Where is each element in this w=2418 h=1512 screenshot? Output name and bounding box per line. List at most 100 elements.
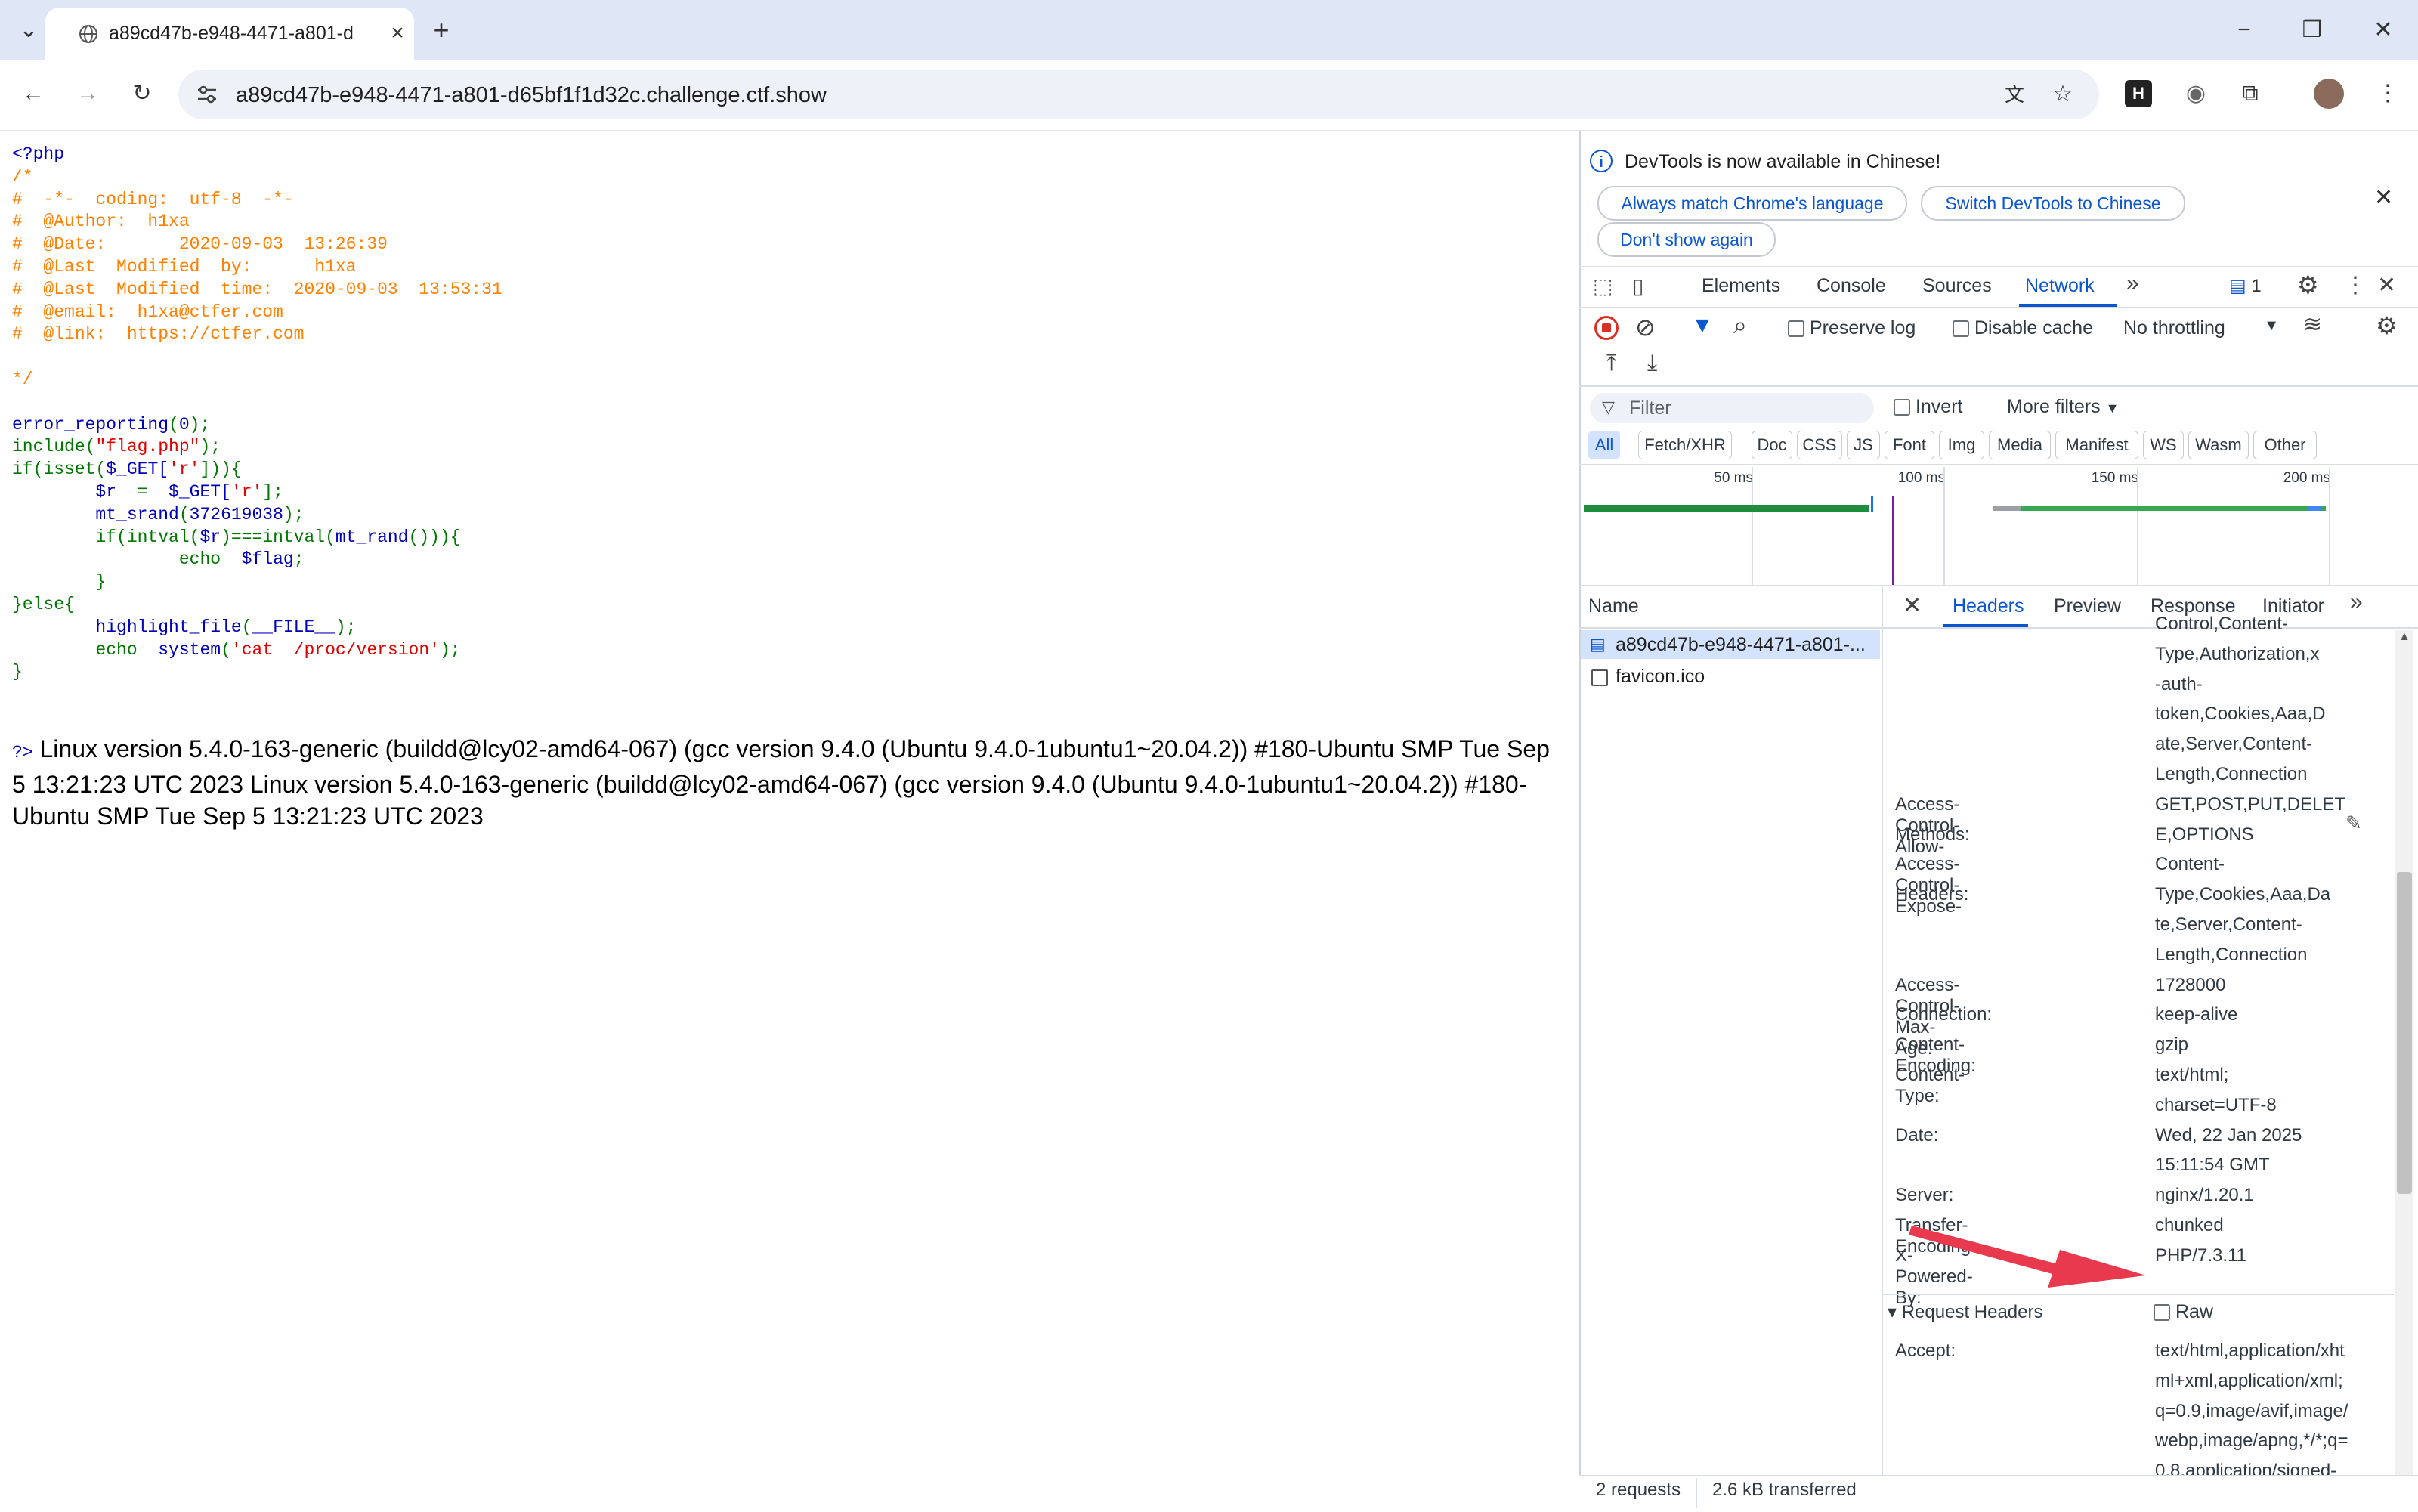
search-icon[interactable]: ⌕	[1733, 311, 1747, 340]
code-token: 'r'	[230, 481, 263, 502]
timeline-tick-label: 150 ms	[2091, 470, 2138, 486]
filter-chip-img[interactable]: Img	[1939, 431, 1984, 459]
export-har-icon[interactable]: ⤓	[1647, 351, 1657, 376]
always-match-language-button[interactable]: Always match Chrome's language	[1597, 186, 1907, 221]
dont-show-again-button[interactable]: Don't show again	[1597, 222, 1776, 257]
filter-chip-wasm[interactable]: Wasm	[2188, 431, 2249, 459]
filter-icon: ▽	[1602, 397, 1615, 416]
code-token: mt_srand	[95, 504, 179, 524]
timeline-bar-document	[1584, 505, 1869, 512]
throttling-select[interactable]: No throttling ▼	[2123, 317, 2279, 339]
code-token: }	[12, 662, 23, 682]
tab-console[interactable]: Console	[1817, 275, 1886, 297]
tab-elements[interactable]: Elements	[1702, 275, 1780, 297]
request-row-document[interactable]: ▤ a89cd47b-e948-4471-a801-...	[1581, 630, 1880, 659]
requests-name-header[interactable]: Name	[1588, 595, 1639, 617]
profile-avatar[interactable]	[2314, 79, 2344, 109]
filter-chip-manifest[interactable]: Manifest	[2055, 431, 2138, 459]
translate-icon[interactable]: 文	[1999, 79, 2030, 110]
header-value-line: gzip	[2155, 1034, 2189, 1056]
close-window-icon[interactable]: ✕	[2368, 15, 2398, 45]
filter-placeholder: Filter	[1629, 397, 1671, 419]
code-token: error_reporting	[12, 414, 169, 434]
edit-pencil-icon[interactable]: ✎	[2345, 812, 2362, 835]
devtools-menu-icon[interactable]: ⋮	[2344, 272, 2367, 298]
tab-network[interactable]: Network	[2025, 275, 2095, 297]
filter-chip-doc[interactable]: Doc	[1752, 431, 1792, 459]
timeline-bar-favicon-wait	[1993, 506, 2021, 511]
browser-menu-icon[interactable]: ⋮	[2373, 79, 2403, 109]
more-filters-dropdown[interactable]: More filters ▼	[2007, 396, 2119, 418]
disable-cache-checkbox[interactable]: Disable cache	[1953, 317, 2093, 339]
network-settings-icon[interactable]: ⚙	[2376, 311, 2398, 340]
more-tabs-icon[interactable]: »	[2126, 271, 2139, 296]
clear-icon[interactable]: ⊘	[1635, 313, 1656, 342]
filter-chip-media[interactable]: Media	[1989, 431, 2051, 459]
header-value-line: Wed, 22 Jan 2025	[2155, 1124, 2302, 1146]
new-tab-icon[interactable]: +	[426, 15, 456, 45]
filter-input[interactable]: ▽ Filter	[1590, 393, 1874, 423]
close-tab-icon[interactable]: ×	[382, 18, 413, 48]
extension-h-icon[interactable]: H	[2125, 80, 2152, 107]
scroll-up-icon[interactable]: ▲	[2398, 630, 2410, 644]
settings-gear-icon[interactable]: ⚙	[2297, 271, 2319, 299]
device-toolbar-icon[interactable]: ▯	[1632, 274, 1643, 298]
request-name: favicon.ico	[1616, 666, 1705, 687]
invert-checkbox[interactable]: Invert	[1894, 396, 1962, 418]
headers-top-clip	[1883, 586, 2394, 624]
code-token: system	[158, 639, 221, 660]
header-value-line: keep-alive	[2155, 1004, 2238, 1025]
code-token: $r	[95, 481, 117, 502]
extension-icon[interactable]: ◉	[2181, 79, 2211, 109]
filter-chip-ws[interactable]: WS	[2143, 431, 2184, 459]
tab-sources[interactable]: Sources	[1922, 275, 1992, 297]
scrollbar-thumb[interactable]	[2397, 872, 2412, 1194]
issues-icon[interactable]: ▤ 1	[2229, 275, 2262, 297]
header-value-line: webp,image/apng,*/*;q=	[2155, 1430, 2348, 1452]
back-icon[interactable]: ←	[18, 79, 48, 109]
invert-label: Invert	[1915, 396, 1963, 417]
filter-chip-font[interactable]: Font	[1885, 431, 1934, 459]
minimize-icon[interactable]: −	[2229, 15, 2259, 45]
request-row-favicon[interactable]: favicon.ico	[1581, 662, 1880, 691]
forward-icon[interactable]: →	[73, 79, 103, 109]
filter-chip-css[interactable]: CSS	[1797, 431, 1842, 459]
browser-tab[interactable]: a89cd47b-e948-4471-a801-d ×	[45, 8, 414, 60]
raw-checkbox[interactable]: Raw	[2154, 1301, 2213, 1323]
filter-chip-fetchxhr[interactable]: Fetch/XHR	[1638, 431, 1732, 459]
address-bar[interactable]: a89cd47b-e948-4471-a801-d65bf1f1d32c.cha…	[178, 70, 2099, 119]
switch-to-chinese-button[interactable]: Switch DevTools to Chinese	[1921, 186, 2185, 221]
filter-chip-js[interactable]: JS	[1847, 431, 1880, 459]
filter-chip-other[interactable]: Other	[2253, 431, 2317, 459]
timeline-dcl-marker	[1871, 496, 1873, 512]
code-comment: /* # -*- coding: utf-8 -*- # @Author: h1…	[12, 166, 502, 389]
close-devtools-icon[interactable]: ✕	[2377, 272, 2396, 298]
header-value-line: chunked	[2155, 1215, 2224, 1235]
record-stop-icon[interactable]	[1594, 316, 1619, 340]
request-headers-title: Request Headers	[1901, 1302, 2043, 1322]
header-value-line: token,Cookies,Aaa,D	[2155, 703, 2326, 725]
bookmark-star-icon[interactable]: ☆	[2048, 79, 2078, 110]
code-token: 'cat /proc/version'	[230, 639, 440, 660]
image-file-icon	[1591, 669, 1608, 686]
inspect-element-icon[interactable]: ⬚	[1593, 274, 1613, 298]
code-token: ];	[262, 481, 283, 502]
tab-search-icon[interactable]: ⌄	[14, 15, 44, 45]
network-conditions-icon[interactable]: ≋	[2303, 311, 2322, 338]
import-har-icon[interactable]: ⤒	[1606, 351, 1616, 376]
maximize-icon[interactable]: ❐	[2297, 15, 2327, 45]
transferred-size: 2.6 kB transferred	[1712, 1480, 1857, 1500]
preserve-log-checkbox[interactable]: Preserve log	[1788, 317, 1916, 339]
filter-funnel-icon[interactable]: ▼	[1691, 313, 1714, 339]
filter-chip-all[interactable]: All	[1588, 431, 1620, 459]
reload-icon[interactable]: ↻	[127, 79, 157, 109]
header-value-line: q=0.9,image/avif,image/	[2155, 1400, 2348, 1421]
close-banner-icon[interactable]: ✕	[2374, 184, 2393, 211]
output-text: Linux version 5.4.0-163-generic (buildd@…	[12, 735, 1550, 830]
site-info-icon[interactable]	[195, 83, 219, 106]
request-headers-toggle[interactable]: ▾ Request Headers	[1888, 1301, 2043, 1323]
extensions-puzzle-icon[interactable]: ⧉	[2235, 79, 2265, 109]
url-text: a89cd47b-e948-4471-a801-d65bf1f1d32c.cha…	[236, 83, 827, 107]
throttling-value: No throttling	[2123, 317, 2225, 339]
issues-count: 1	[2251, 276, 2262, 296]
